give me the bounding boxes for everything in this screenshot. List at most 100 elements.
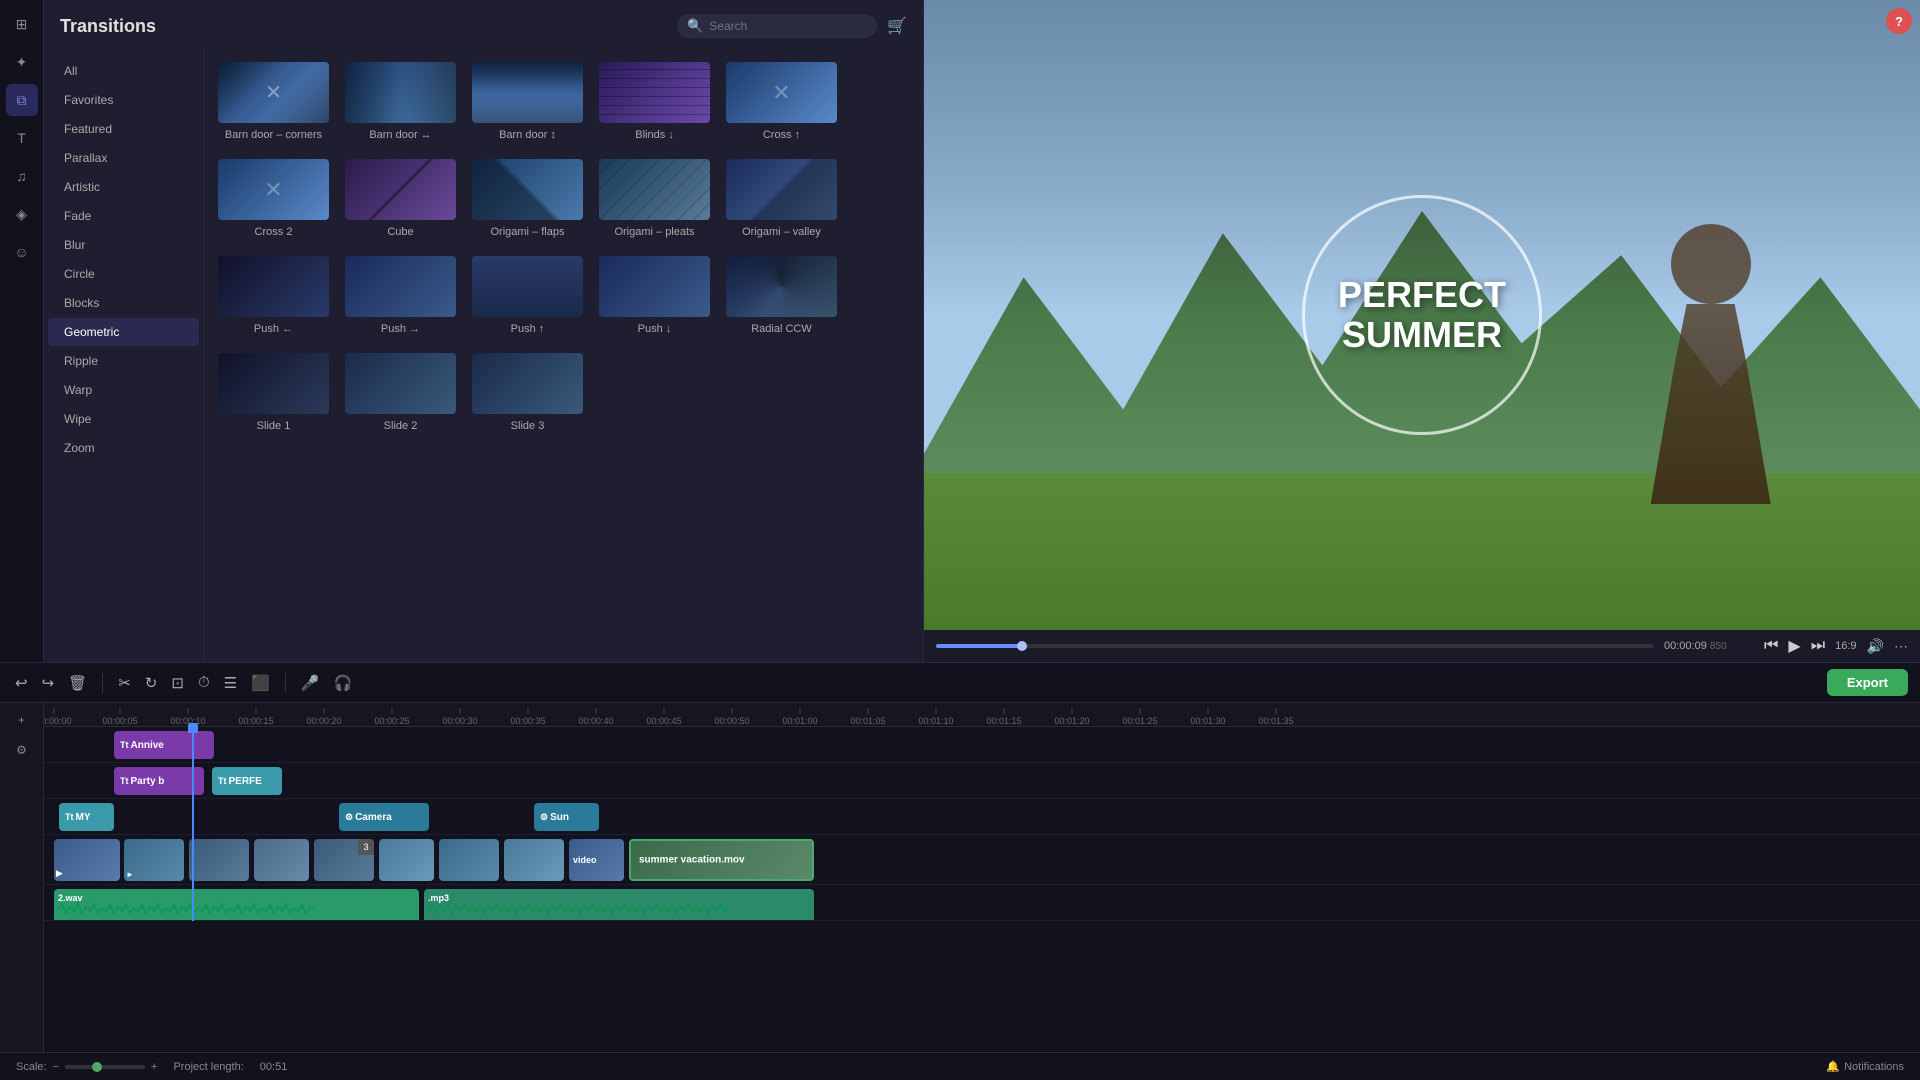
text-icon[interactable]: T bbox=[6, 122, 38, 154]
transition-cube[interactable]: Cube bbox=[343, 157, 458, 242]
category-blocks[interactable]: Blocks bbox=[48, 289, 199, 317]
tl-settings-button[interactable]: ⚙ bbox=[9, 737, 35, 763]
transition-radial-ccw[interactable]: Radial CCW bbox=[724, 254, 839, 339]
voiceover-button[interactable]: 🎧 bbox=[330, 671, 355, 695]
transition-push-left[interactable]: Push ← bbox=[216, 254, 331, 339]
tc-thumb bbox=[597, 60, 712, 125]
video-clip-video[interactable]: video bbox=[569, 839, 624, 881]
play-button[interactable]: ▶ bbox=[1788, 636, 1800, 656]
bottom-status: Scale: − + Project length: 00:51 🔔 Notif… bbox=[0, 1052, 1920, 1080]
audio-bg-1: 2.wav bbox=[54, 889, 419, 920]
transition-barn-door-h[interactable]: Barn door ↔ bbox=[343, 60, 458, 145]
cut-button[interactable]: ✂ bbox=[115, 671, 134, 695]
help-button[interactable]: ? bbox=[1886, 8, 1912, 34]
video-clip-7[interactable] bbox=[439, 839, 499, 881]
category-artistic[interactable]: Artistic bbox=[48, 173, 199, 201]
category-favorites[interactable]: Favorites bbox=[48, 86, 199, 114]
transition-slide-3[interactable]: Slide 3 bbox=[470, 351, 585, 436]
transition-push-right[interactable]: Push → bbox=[343, 254, 458, 339]
transition-push-down[interactable]: Push ↓ bbox=[597, 254, 712, 339]
align-button[interactable]: ☰ bbox=[221, 671, 240, 695]
scale-dot[interactable] bbox=[92, 1062, 102, 1072]
transition-slide-1[interactable]: Slide 1 bbox=[216, 351, 331, 436]
audio-clip-1[interactable]: 2.wav bbox=[54, 889, 419, 920]
media-icon[interactable]: ⊞ bbox=[6, 8, 38, 40]
transition-barn-door-v[interactable]: Barn door ↕ bbox=[470, 60, 585, 145]
video-clip-8[interactable] bbox=[504, 839, 564, 881]
transition-barn-door-corners[interactable]: ✕ Barn door – corners bbox=[216, 60, 331, 145]
tc-label: Origami – valley bbox=[724, 222, 839, 242]
video-clip-3[interactable] bbox=[189, 839, 249, 881]
video-clip-summer[interactable]: summer vacation.mov bbox=[629, 839, 814, 881]
elements-icon[interactable]: ◈ bbox=[6, 198, 38, 230]
category-geometric[interactable]: Geometric bbox=[48, 318, 199, 346]
redo-button[interactable]: ↪ bbox=[39, 671, 58, 695]
crop-button[interactable]: ⊡ bbox=[168, 671, 187, 695]
tc-thumb bbox=[343, 351, 458, 416]
volume-button[interactable]: 🔊 bbox=[1867, 638, 1884, 655]
video-clip-4[interactable] bbox=[254, 839, 309, 881]
category-blur[interactable]: Blur bbox=[48, 231, 199, 259]
rotate-button[interactable]: ↻ bbox=[142, 671, 161, 695]
transition-cross-up[interactable]: ✕ Cross ↑ bbox=[724, 60, 839, 145]
category-warp[interactable]: Warp bbox=[48, 376, 199, 404]
audio-icon[interactable]: ♫ bbox=[6, 160, 38, 192]
search-input[interactable] bbox=[709, 19, 867, 33]
transition-slide-2[interactable]: Slide 2 bbox=[343, 351, 458, 436]
effects-button[interactable]: ⬛ bbox=[248, 671, 273, 695]
clip-party-b[interactable]: Tt Party b bbox=[114, 767, 204, 795]
sticker-icon[interactable]: ☺ bbox=[6, 236, 38, 268]
transition-origami-flaps[interactable]: Origami – flaps bbox=[470, 157, 585, 242]
progress-bar[interactable] bbox=[936, 644, 1654, 648]
scale-minus[interactable]: − bbox=[53, 1061, 59, 1073]
export-button[interactable]: Export bbox=[1827, 669, 1908, 696]
tc-label: Push → bbox=[343, 319, 458, 339]
search-box[interactable]: 🔍 bbox=[677, 14, 877, 38]
category-ripple[interactable]: Ripple bbox=[48, 347, 199, 375]
record-button[interactable]: 🎤 bbox=[298, 671, 323, 695]
clip-camera[interactable]: ⚙ Camera bbox=[339, 803, 429, 831]
clip-perfe[interactable]: Tt PERFE bbox=[212, 767, 282, 795]
clip-annive[interactable]: Tt Annive bbox=[114, 731, 214, 759]
video-clip-2[interactable]: ► bbox=[124, 839, 184, 881]
transitions-icon[interactable]: ⧉ bbox=[6, 84, 38, 116]
cart-icon[interactable]: 🛒 bbox=[887, 16, 907, 36]
category-featured[interactable]: Featured bbox=[48, 115, 199, 143]
tc-label: Push ← bbox=[216, 319, 331, 339]
category-fade[interactable]: Fade bbox=[48, 202, 199, 230]
skip-back-button[interactable]: ⏮ bbox=[1764, 637, 1778, 655]
category-all[interactable]: All bbox=[48, 57, 199, 85]
tc-thumb bbox=[470, 60, 585, 125]
more-options-button[interactable]: ⋯ bbox=[1894, 638, 1908, 655]
category-parallax[interactable]: Parallax bbox=[48, 144, 199, 172]
video-clip-6[interactable] bbox=[379, 839, 434, 881]
transition-origami-valley[interactable]: Origami – valley bbox=[724, 157, 839, 242]
delete-button[interactable]: 🗑 bbox=[65, 671, 90, 695]
clip-my[interactable]: Tt MY bbox=[59, 803, 114, 831]
tc-thumb bbox=[724, 157, 839, 222]
clip-sun[interactable]: ⚙ Sun bbox=[534, 803, 599, 831]
tc-thumb: ✕ bbox=[216, 157, 331, 222]
transition-origami-pleats[interactable]: Origami – pleats bbox=[597, 157, 712, 242]
transition-cross-2[interactable]: ✕ Cross 2 bbox=[216, 157, 331, 242]
transition-push-up[interactable]: Push ↑ bbox=[470, 254, 585, 339]
tl-add-button[interactable]: + bbox=[9, 707, 35, 733]
effects-icon[interactable]: ✦ bbox=[6, 46, 38, 78]
category-circle[interactable]: Circle bbox=[48, 260, 199, 288]
notifications-button[interactable]: 🔔 Notifications bbox=[1826, 1060, 1904, 1073]
video-clip-5[interactable]: 3 bbox=[314, 839, 374, 881]
ruler-tick-5: 00:00:25 bbox=[374, 708, 409, 726]
transition-blinds-down[interactable]: Blinds ↓ bbox=[597, 60, 712, 145]
category-zoom[interactable]: Zoom bbox=[48, 434, 199, 462]
preview-controls: 00:00:09 850 ⏮ ▶ ⏭ 16:9 🔊 ⋯ bbox=[924, 630, 1920, 662]
skip-forward-button[interactable]: ⏭ bbox=[1811, 637, 1825, 655]
tc-label: Push ↓ bbox=[597, 319, 712, 339]
audio-clip-2[interactable]: .mp3 bbox=[424, 889, 814, 920]
category-wipe[interactable]: Wipe bbox=[48, 405, 199, 433]
speed-button[interactable]: ⏱ bbox=[195, 671, 213, 694]
timeline-area: + ⚙ 00:00:00 00:00:05 00:00:10 00:00:15 … bbox=[0, 703, 1920, 1052]
scale-plus[interactable]: + bbox=[151, 1061, 157, 1073]
scale-slider[interactable] bbox=[65, 1065, 145, 1069]
video-clip-1[interactable]: ▶ bbox=[54, 839, 120, 881]
undo-button[interactable]: ↩ bbox=[12, 671, 31, 695]
